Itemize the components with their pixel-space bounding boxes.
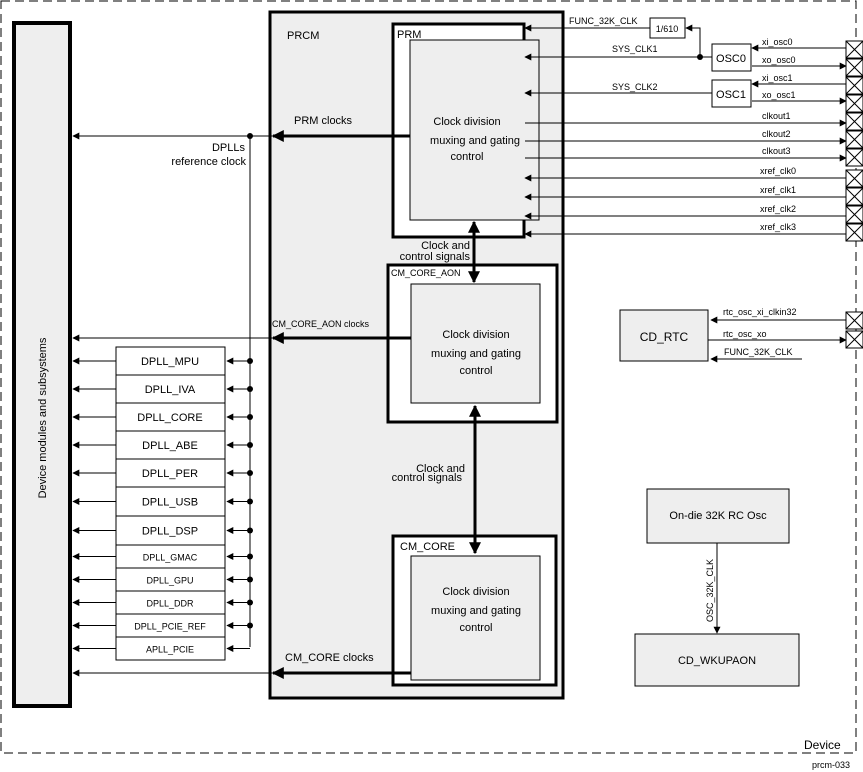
control-signals-1-line2: control signals	[400, 251, 471, 263]
pad-xref-clk0	[845, 169, 863, 188]
dpll-ref-junction-dpll-mpu	[247, 358, 253, 364]
pad-rtc-osc-xi	[845, 311, 863, 330]
prm-clocks-label: PRM clocks	[294, 115, 353, 127]
prm-control-line1: Clock division	[433, 116, 500, 128]
osc0-to-divider	[685, 24, 701, 57]
figure-id: prcm-033	[812, 760, 850, 770]
dpll-label-dpll-per: DPLL_PER	[142, 468, 198, 480]
clkout-label-2: clkout2	[762, 129, 791, 139]
osc0-label: OSC0	[716, 53, 746, 65]
pad-xref-clk3	[845, 223, 863, 242]
xref-clk-label-0: xref_clk0	[760, 166, 796, 176]
cm-core-control-line1: Clock division	[442, 586, 509, 598]
clkout-label-1: clkout1	[762, 111, 791, 121]
dpll-ref-junction-dpll-core	[247, 414, 253, 420]
osc1-label: OSC1	[716, 89, 746, 101]
rtc-func-32k-label: FUNC_32K_CLK	[724, 347, 793, 357]
dpll-ref-line1: DPLLs	[212, 142, 246, 154]
rtc-osc-xo-label: rtc_osc_xo	[723, 329, 767, 339]
dpll-label-dpll-iva: DPLL_IVA	[145, 384, 196, 396]
prm-control-line3: control	[450, 151, 483, 163]
xi-osc0-label: xi_osc0	[762, 37, 793, 47]
pad-rtc-osc-xo	[845, 330, 863, 349]
rtc-osc-xi-label: rtc_osc_xi_clkin32	[723, 307, 797, 317]
dpll-label-dpll-gpu: DPLL_GPU	[146, 576, 193, 586]
dpll-ref-junction-dpll-ddr	[247, 599, 253, 606]
pad-xo-osc0	[845, 58, 863, 77]
pad-clkout1	[845, 112, 863, 131]
control-signals-2-line2: control signals	[392, 472, 463, 484]
io-signals: clkout1 clkout2 clkout3 xref_clk0 xref_clk1x…	[524, 111, 847, 238]
xref-clk-label-3: xref_clk3	[760, 222, 796, 232]
cm-core-aon-control-line3: control	[459, 365, 492, 377]
dpll-label-dpll-pcie-ref: DPLL_PCIE_REF	[134, 622, 206, 632]
cm-core-aon-label: CM_CORE_AON	[391, 268, 461, 278]
cm-core-control-line3: control	[459, 622, 492, 634]
dpll-label-dpll-core: DPLL_CORE	[137, 412, 202, 424]
dpll-label-dpll-gmac: DPLL_GMAC	[143, 553, 198, 563]
pad-xi-osc1	[845, 76, 863, 95]
dpll-label-dpll-ddr: DPLL_DDR	[146, 599, 194, 609]
cd-rtc-label: CD_RTC	[640, 330, 689, 344]
xo-osc1-label: xo_osc1	[762, 90, 796, 100]
pad-clkout2	[845, 130, 863, 149]
dpll-label-dpll-abe: DPLL_ABE	[142, 440, 198, 452]
pad-column	[845, 40, 863, 349]
sys-clk1-junction	[697, 54, 703, 60]
pad-clkout3	[845, 148, 863, 167]
xref-clk-label-1: xref_clk1	[760, 185, 796, 195]
prm-control-block	[409, 39, 540, 221]
dpll-ref-junction-dpll-per	[247, 470, 253, 476]
cd-wkupaon-label: CD_WKUPAON	[678, 655, 756, 667]
divider-label: 1/610	[656, 24, 679, 34]
dpll-ref-junction-dpll-abe	[247, 442, 253, 448]
dpll-label-dpll-mpu: DPLL_MPU	[141, 356, 199, 368]
dpll-ref-junction-dpll-pcie-ref	[247, 622, 253, 629]
xo-osc0-label: xo_osc0	[762, 55, 796, 65]
dpll-label-dpll-dsp: DPLL_DSP	[142, 526, 198, 538]
cm-core-aon-clocks-label: CM_CORE_AON clocks	[272, 319, 370, 329]
prcm-label: PRCM	[287, 30, 319, 42]
cm-core-aon-control-line1: Clock division	[442, 329, 509, 341]
func-32k-clk-label: FUNC_32K_CLK	[569, 16, 638, 26]
cm-core-aon-control-block	[410, 283, 541, 404]
dpll-ref-line2: reference clock	[171, 156, 246, 168]
cm-core-clocks-label: CM_CORE clocks	[285, 652, 374, 664]
device-label: Device	[804, 738, 841, 752]
pad-xref-clk2	[845, 205, 863, 224]
sys-clk1-label: SYS_CLK1	[612, 44, 658, 54]
pad-xref-clk1	[845, 187, 863, 206]
dpll-ref-junction-dpll-dsp	[247, 527, 253, 534]
clkout-label-3: clkout3	[762, 146, 791, 156]
prm-label: PRM	[397, 29, 421, 41]
prm-control-line2: muxing and gating	[430, 135, 520, 147]
dpll-stack: DPLL_MPU DPLL_IVA DPLL_CORE DPLL_ABE DPLL_PE…	[72, 346, 253, 661]
osc-32k-clk-label: OSC_32K_CLK	[705, 559, 715, 622]
pad-xo-osc1	[845, 94, 863, 113]
dpll-ref-junction-dpll-usb	[247, 498, 253, 505]
sys-clk2-label: SYS_CLK2	[612, 82, 658, 92]
rc-osc-label: On-die 32K RC Osc	[669, 510, 767, 522]
xref-clk-label-2: xref_clk2	[760, 204, 796, 214]
dpll-label-dpll-usb: DPLL_USB	[142, 497, 198, 509]
cm-core-control-block	[410, 555, 541, 681]
cm-core-label: CM_CORE	[400, 541, 455, 553]
dpll-ref-junction-dpll-iva	[247, 386, 253, 392]
pad-xi-osc0	[845, 40, 863, 59]
xi-osc1-label: xi_osc1	[762, 73, 793, 83]
dpll-ref-junction-dpll-gmac	[247, 553, 253, 560]
dpll-ref-junction-dpll-gpu	[247, 576, 253, 583]
dpll-label-apll-pcie: APLL_PCIE	[146, 645, 194, 655]
cm-core-aon-control-line2: muxing and gating	[431, 348, 521, 360]
device-modules-label: Device modules and subsystems	[37, 337, 49, 498]
prcm-clock-diagram: Device prcm-033 Device modules and subsy…	[0, 0, 863, 770]
cm-core-control-line2: muxing and gating	[431, 605, 521, 617]
